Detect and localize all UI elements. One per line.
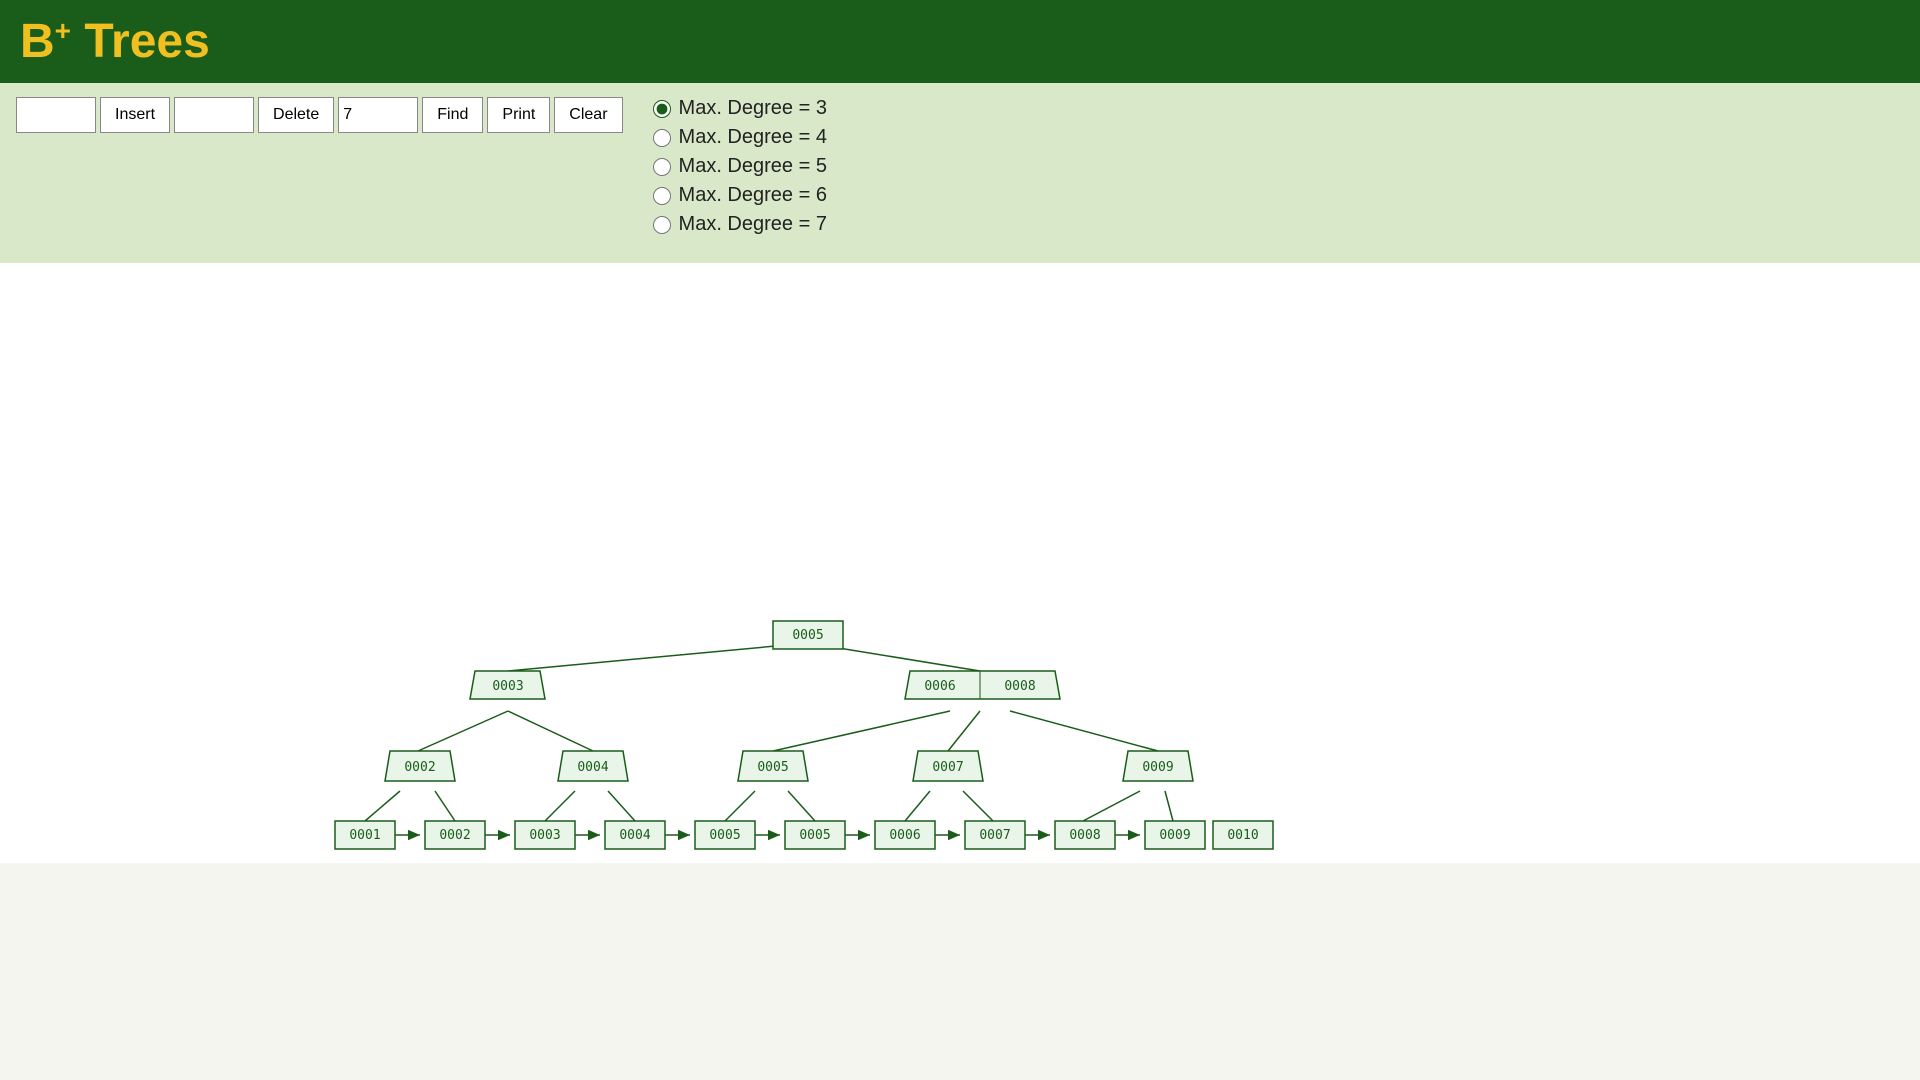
leaf-node-0010: 0010	[1213, 821, 1273, 849]
svg-text:0001: 0001	[349, 828, 380, 843]
tree-visualization: 0005 0003 0006 0008 0002 0004 0005	[0, 263, 1920, 863]
page-title: B+ Trees	[20, 14, 1900, 69]
leaf-node-0008: 0008	[1055, 821, 1115, 849]
degree-3-option[interactable]: Max. Degree = 3	[653, 97, 827, 120]
tree-canvas: 0005 0003 0006 0008 0002 0004 0005	[0, 263, 1920, 863]
svg-text:0002: 0002	[439, 828, 470, 843]
degree-4-option[interactable]: Max. Degree = 4	[653, 126, 827, 149]
svg-text:0009: 0009	[1142, 760, 1173, 775]
svg-text:0004: 0004	[577, 760, 608, 775]
degree-7-radio[interactable]	[653, 216, 671, 234]
degree-4-radio[interactable]	[653, 129, 671, 147]
leaf-node-0001: 0001	[335, 821, 395, 849]
degree-4-label: Max. Degree = 4	[679, 126, 827, 149]
degree-6-radio[interactable]	[653, 187, 671, 205]
internal-node-0005: 0005	[738, 751, 808, 781]
internal-node-0002: 0002	[385, 751, 455, 781]
svg-text:0008: 0008	[1069, 828, 1100, 843]
degree-3-label: Max. Degree = 3	[679, 97, 827, 120]
delete-button[interactable]: Delete	[258, 97, 334, 133]
leaf-node-0005a: 0005	[695, 821, 755, 849]
find-button[interactable]: Find	[422, 97, 483, 133]
degree-options: Max. Degree = 3 Max. Degree = 4 Max. Deg…	[653, 97, 827, 236]
svg-text:0006: 0006	[889, 828, 920, 843]
leaf-node-0002: 0002	[425, 821, 485, 849]
toolbar-controls: Insert Delete Find Print Clear	[16, 97, 623, 133]
degree-7-label: Max. Degree = 7	[679, 213, 827, 236]
header: B+ Trees	[0, 0, 1920, 83]
internal-node-0009: 0009	[1123, 751, 1193, 781]
svg-text:0007: 0007	[979, 828, 1010, 843]
internal-node-0006-0008: 0006 0008	[905, 671, 1060, 699]
svg-text:0005: 0005	[792, 628, 823, 643]
delete-input[interactable]	[174, 97, 254, 133]
clear-button[interactable]: Clear	[554, 97, 622, 133]
root-node: 0005	[773, 621, 843, 649]
internal-node-0004: 0004	[558, 751, 628, 781]
internal-node-0003: 0003	[470, 671, 545, 699]
svg-text:0006: 0006	[924, 679, 955, 694]
svg-text:0008: 0008	[1004, 679, 1035, 694]
svg-text:0007: 0007	[932, 760, 963, 775]
leaf-node-0005b: 0005	[785, 821, 845, 849]
degree-5-option[interactable]: Max. Degree = 5	[653, 155, 827, 178]
svg-text:0005: 0005	[757, 760, 788, 775]
degree-5-radio[interactable]	[653, 158, 671, 176]
svg-text:0003: 0003	[492, 679, 523, 694]
leaf-node-0003: 0003	[515, 821, 575, 849]
leaf-node-0009: 0009	[1145, 821, 1205, 849]
svg-text:0005: 0005	[799, 828, 830, 843]
internal-node-0007: 0007	[913, 751, 983, 781]
toolbar: Insert Delete Find Print Clear Max. Degr…	[0, 83, 1920, 263]
degree-6-label: Max. Degree = 6	[679, 184, 827, 207]
insert-button[interactable]: Insert	[100, 97, 170, 133]
degree-5-label: Max. Degree = 5	[679, 155, 827, 178]
svg-text:0005: 0005	[709, 828, 740, 843]
degree-3-radio[interactable]	[653, 100, 671, 118]
svg-text:0002: 0002	[404, 760, 435, 775]
leaf-node-0007: 0007	[965, 821, 1025, 849]
degree-6-option[interactable]: Max. Degree = 6	[653, 184, 827, 207]
svg-text:0010: 0010	[1227, 828, 1258, 843]
print-button[interactable]: Print	[487, 97, 550, 133]
find-input[interactable]	[338, 97, 418, 133]
leaf-node-0006: 0006	[875, 821, 935, 849]
svg-text:0004: 0004	[619, 828, 650, 843]
insert-input[interactable]	[16, 97, 96, 133]
degree-7-option[interactable]: Max. Degree = 7	[653, 213, 827, 236]
svg-text:0003: 0003	[529, 828, 560, 843]
leaf-node-0004: 0004	[605, 821, 665, 849]
svg-text:0009: 0009	[1159, 828, 1190, 843]
